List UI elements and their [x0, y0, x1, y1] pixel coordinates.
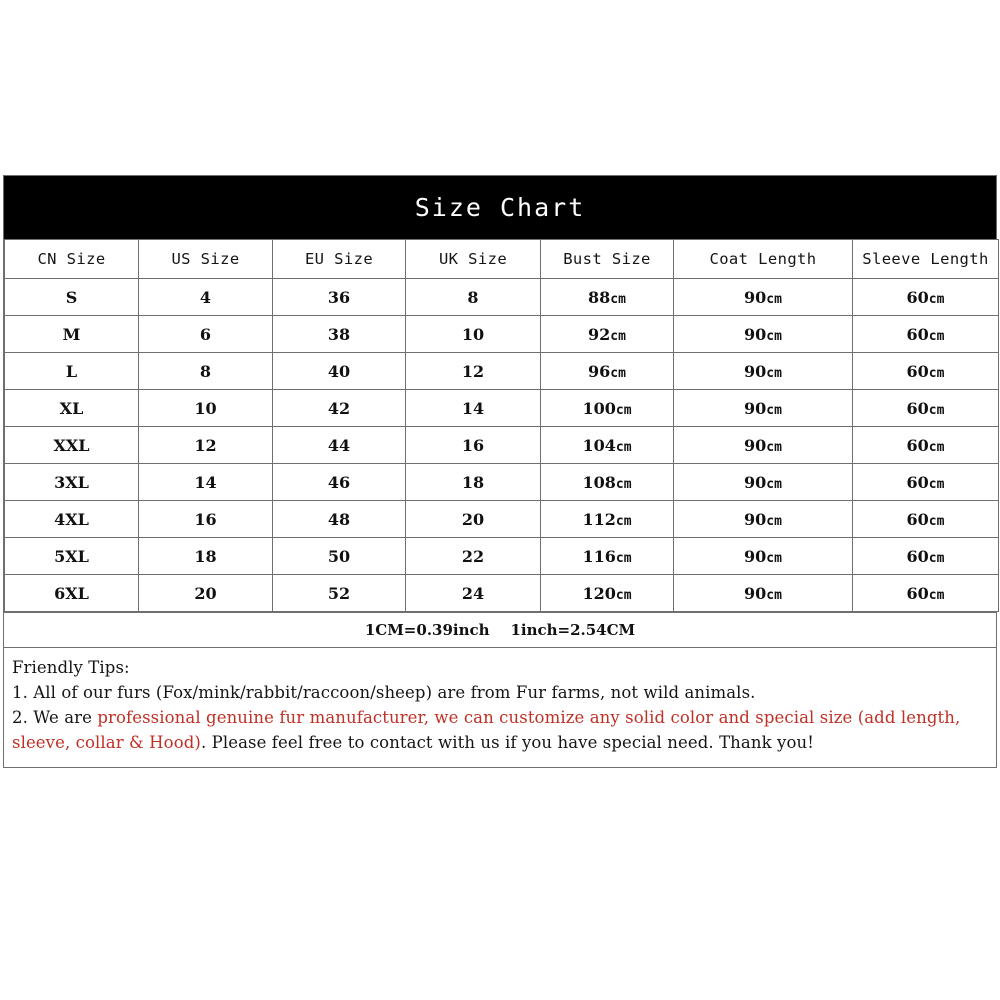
cell-uk-size: 12: [405, 352, 541, 390]
tips-item-2: 2. We are professional genuine fur manuf…: [12, 705, 988, 755]
column-header-us-size: US Size: [138, 239, 273, 279]
cell-bust-size: 92cm: [540, 315, 674, 353]
page-title: Size Chart: [414, 193, 586, 222]
cell-us-size: 14: [138, 463, 273, 501]
cell-eu-size: 40: [272, 352, 406, 390]
table-row: 6XL 20 52 24 120cm 90cm 60cm: [4, 574, 999, 612]
table-row: 5XL 18 50 22 116cm 90cm 60cm: [4, 537, 999, 575]
size-chart-title-band: Size Chart: [4, 176, 996, 239]
cell-uk-size: 14: [405, 389, 541, 427]
cell-coat-length: 90cm: [673, 278, 853, 316]
cell-coat-length: 90cm: [673, 574, 853, 612]
table-row: 4XL 16 48 20 112cm 90cm 60cm: [4, 500, 999, 538]
table-row: M 6 38 10 92cm 90cm 60cm: [4, 315, 999, 353]
tips-item-1: 1. All of our furs (Fox/mink/rabbit/racc…: [12, 683, 756, 702]
unit-conversion-note: 1CM=0.39inch 1inch=2.54CM: [364, 621, 636, 639]
column-header-coat-length: Coat Length: [673, 239, 853, 279]
cell-coat-length: 90cm: [673, 463, 853, 501]
cell-sleeve-length: 60cm: [852, 463, 999, 501]
cell-us-size: 12: [138, 426, 273, 464]
table-row: 3XL 14 46 18 108cm 90cm 60cm: [4, 463, 999, 501]
cell-sleeve-length: 60cm: [852, 537, 999, 575]
cell-cn-size: M: [4, 315, 139, 353]
cell-coat-length: 90cm: [673, 315, 853, 353]
cell-us-size: 18: [138, 537, 273, 575]
cell-sleeve-length: 60cm: [852, 574, 999, 612]
table-header-row: CN Size US Size EU Size UK Size Bust Siz…: [4, 239, 999, 279]
cell-coat-length: 90cm: [673, 500, 853, 538]
column-header-bust-size: Bust Size: [540, 239, 674, 279]
cell-sleeve-length: 60cm: [852, 500, 999, 538]
cell-uk-size: 8: [405, 278, 541, 316]
tips-heading: Friendly Tips:: [12, 658, 130, 677]
cell-sleeve-length: 60cm: [852, 426, 999, 464]
cell-sleeve-length: 60cm: [852, 315, 999, 353]
cell-cn-size: 4XL: [4, 500, 139, 538]
size-table-body: S 4 36 8 88cm 90cm 60cm M 6 38 10 92cm 90cm 60cm L 8 40 1…: [4, 278, 999, 612]
cell-us-size: 8: [138, 352, 273, 390]
table-row: S 4 36 8 88cm 90cm 60cm: [4, 278, 999, 316]
cell-cn-size: S: [4, 278, 139, 316]
cell-cn-size: L: [4, 352, 139, 390]
cell-us-size: 10: [138, 389, 273, 427]
cell-uk-size: 10: [405, 315, 541, 353]
cell-bust-size: 104cm: [540, 426, 674, 464]
cell-sleeve-length: 60cm: [852, 352, 999, 390]
unit-conversion-row: 1CM=0.39inch 1inch=2.54CM: [4, 612, 996, 648]
cell-cn-size: 3XL: [4, 463, 139, 501]
column-header-sleeve-length: Sleeve Length: [852, 239, 999, 279]
cell-uk-size: 18: [405, 463, 541, 501]
size-table: CN Size US Size EU Size UK Size Bust Siz…: [4, 239, 999, 612]
column-header-uk-size: UK Size: [405, 239, 541, 279]
size-chart-page: Size Chart CN Size US Size EU Size UK Si…: [0, 0, 1000, 1000]
cell-eu-size: 50: [272, 537, 406, 575]
cell-uk-size: 22: [405, 537, 541, 575]
cell-sleeve-length: 60cm: [852, 278, 999, 316]
column-header-cn-size: CN Size: [4, 239, 139, 279]
cell-eu-size: 38: [272, 315, 406, 353]
cell-eu-size: 44: [272, 426, 406, 464]
cell-eu-size: 52: [272, 574, 406, 612]
cell-uk-size: 20: [405, 500, 541, 538]
cell-cn-size: XXL: [4, 426, 139, 464]
cell-us-size: 20: [138, 574, 273, 612]
size-chart-table-frame: Size Chart CN Size US Size EU Size UK Si…: [3, 175, 999, 768]
cell-us-size: 16: [138, 500, 273, 538]
table-row: L 8 40 12 96cm 90cm 60cm: [4, 352, 999, 390]
cell-us-size: 4: [138, 278, 273, 316]
tips-item-2-suffix: . Please feel free to contact with us if…: [200, 733, 814, 752]
cell-uk-size: 24: [405, 574, 541, 612]
cell-cn-size: 6XL: [4, 574, 139, 612]
cell-bust-size: 112cm: [540, 500, 674, 538]
cell-eu-size: 36: [272, 278, 406, 316]
table-row: XXL 12 44 16 104cm 90cm 60cm: [4, 426, 999, 464]
tips-item-2-prefix: 2. We are: [12, 708, 98, 727]
cell-cn-size: XL: [4, 389, 139, 427]
column-header-eu-size: EU Size: [272, 239, 406, 279]
cell-eu-size: 48: [272, 500, 406, 538]
cell-bust-size: 96cm: [540, 352, 674, 390]
cell-eu-size: 46: [272, 463, 406, 501]
friendly-tips-block: Friendly Tips: 1. All of our furs (Fox/m…: [4, 648, 996, 767]
cell-coat-length: 90cm: [673, 537, 853, 575]
cell-us-size: 6: [138, 315, 273, 353]
cell-bust-size: 108cm: [540, 463, 674, 501]
cell-bust-size: 88cm: [540, 278, 674, 316]
cell-uk-size: 16: [405, 426, 541, 464]
cell-cn-size: 5XL: [4, 537, 139, 575]
cell-coat-length: 90cm: [673, 389, 853, 427]
table-row: XL 10 42 14 100cm 90cm 60cm: [4, 389, 999, 427]
cell-bust-size: 120cm: [540, 574, 674, 612]
cell-coat-length: 90cm: [673, 352, 853, 390]
cell-coat-length: 90cm: [673, 426, 853, 464]
cell-sleeve-length: 60cm: [852, 389, 999, 427]
cell-eu-size: 42: [272, 389, 406, 427]
cell-bust-size: 116cm: [540, 537, 674, 575]
cell-bust-size: 100cm: [540, 389, 674, 427]
